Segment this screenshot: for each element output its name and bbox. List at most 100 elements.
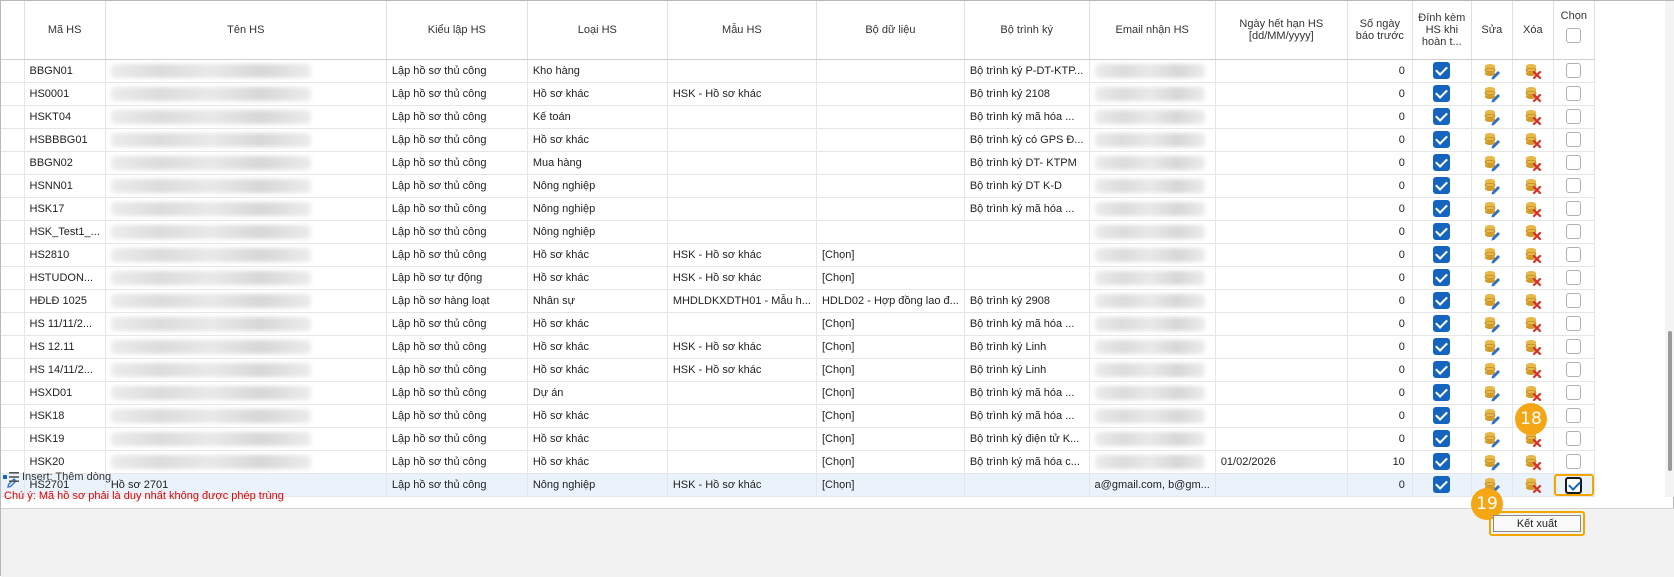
cell-email-nhan-hs[interactable] <box>1089 59 1216 83</box>
cell-so-ngay-bao-truoc[interactable]: 0 <box>1347 82 1413 106</box>
row-select-checkbox[interactable] <box>1566 408 1582 423</box>
cell-bo-du-lieu[interactable] <box>816 59 965 83</box>
cell-bo-trinh-ky[interactable]: Bộ trình ký P-DT-KTP... <box>964 59 1090 83</box>
cell-chon[interactable] <box>1553 473 1595 497</box>
cell-bo-du-lieu[interactable]: [Chọn] <box>816 243 965 267</box>
row-select-checkbox[interactable] <box>1566 132 1582 147</box>
edit-database-icon[interactable] <box>1483 177 1501 195</box>
cell-kieu-lap-hs[interactable]: Lập hồ sơ thủ công <box>386 312 528 336</box>
attach-checkbox[interactable] <box>1433 223 1451 240</box>
table-row[interactable]: HS2810 Lập hồ sơ thủ công Hồ sơ khác HSK - … <box>1 243 1595 267</box>
edit-database-icon[interactable] <box>1483 407 1501 425</box>
cell-mau-hs[interactable] <box>667 151 817 175</box>
cell-mau-hs[interactable]: HSK - Hồ sơ khác <box>667 473 817 497</box>
delete-database-icon[interactable] <box>1524 315 1542 333</box>
attach-checkbox[interactable] <box>1433 315 1451 332</box>
cell-bo-du-lieu[interactable] <box>816 128 965 152</box>
cell-ma-hs[interactable]: HSK_Test1_... <box>24 220 106 244</box>
cell-chon[interactable] <box>1553 266 1595 290</box>
cell-so-ngay-bao-truoc[interactable]: 0 <box>1347 427 1413 451</box>
attach-checkbox[interactable] <box>1433 131 1451 148</box>
cell-ten-hs[interactable] <box>105 220 387 244</box>
cell-dinh-kem[interactable] <box>1412 381 1472 405</box>
cell-bo-du-lieu[interactable]: [Chọn] <box>816 266 965 290</box>
cell-kieu-lap-hs[interactable]: Lập hồ sơ thủ công <box>386 174 528 198</box>
cell-mau-hs[interactable] <box>667 197 817 221</box>
attach-checkbox[interactable] <box>1433 200 1451 217</box>
cell-ma-hs[interactable]: HSK17 <box>24 197 106 221</box>
cell-email-nhan-hs[interactable] <box>1089 105 1216 129</box>
edit-database-icon[interactable] <box>1483 338 1501 356</box>
col-header-so-ngay-bao-truoc[interactable]: Số ngày báo trước <box>1347 1 1413 60</box>
cell-email-nhan-hs[interactable] <box>1089 450 1216 474</box>
attach-checkbox[interactable] <box>1433 177 1451 194</box>
cell-kieu-lap-hs[interactable]: Lập hồ sơ thủ công <box>386 105 528 129</box>
cell-ten-hs[interactable] <box>105 404 387 428</box>
cell-mau-hs[interactable] <box>667 174 817 198</box>
cell-xoa[interactable] <box>1512 105 1554 129</box>
cell-ma-hs[interactable]: HSBBBG01 <box>24 128 106 152</box>
cell-ma-hs[interactable]: HS 11/11/2... <box>24 312 106 336</box>
cell-ten-hs[interactable] <box>105 151 387 175</box>
table-row[interactable]: BBGN01 Lập hồ sơ thủ công Kho hàng Bộ trình… <box>1 59 1595 83</box>
attach-checkbox[interactable] <box>1433 108 1451 125</box>
cell-bo-trinh-ky[interactable]: Bộ trình ký Linh <box>964 358 1090 382</box>
cell-chon[interactable] <box>1553 105 1595 129</box>
cell-ten-hs[interactable] <box>105 243 387 267</box>
cell-mau-hs[interactable] <box>667 59 817 83</box>
cell-xoa[interactable] <box>1512 82 1554 106</box>
table-row[interactable]: HSBBBG01 Lập hồ sơ thủ công Hồ sơ khác Bộ t… <box>1 128 1595 152</box>
cell-so-ngay-bao-truoc[interactable]: 0 <box>1347 243 1413 267</box>
cell-ma-hs[interactable]: HSTUDON... <box>24 266 106 290</box>
cell-mau-hs[interactable] <box>667 381 817 405</box>
cell-sua[interactable] <box>1471 197 1513 221</box>
cell-chon[interactable] <box>1553 450 1595 474</box>
cell-kieu-lap-hs[interactable]: Lập hồ sơ thủ công <box>386 59 528 83</box>
cell-email-nhan-hs[interactable] <box>1089 381 1216 405</box>
cell-chon[interactable] <box>1553 220 1595 244</box>
edit-database-icon[interactable] <box>1483 361 1501 379</box>
cell-kieu-lap-hs[interactable]: Lập hồ sơ thủ công <box>386 404 528 428</box>
attach-checkbox[interactable] <box>1433 453 1451 470</box>
cell-ten-hs[interactable] <box>105 82 387 106</box>
cell-bo-trinh-ky[interactable] <box>964 243 1090 267</box>
attach-checkbox[interactable] <box>1433 430 1451 447</box>
cell-xoa[interactable] <box>1512 289 1554 313</box>
delete-database-icon[interactable] <box>1524 85 1542 103</box>
table-row[interactable]: HSK17 Lập hồ sơ thủ công Nông nghiệp Bộ trì… <box>1 197 1595 221</box>
cell-loai-hs[interactable]: Hồ sơ khác <box>527 427 668 451</box>
cell-loai-hs[interactable]: Mua hàng <box>527 151 668 175</box>
row-select-checkbox[interactable] <box>1566 293 1582 308</box>
cell-ngay-het-han[interactable] <box>1215 243 1348 267</box>
cell-xoa[interactable] <box>1512 450 1554 474</box>
cell-sua[interactable] <box>1471 82 1513 106</box>
col-header-ngay-het-han[interactable]: Ngày hết hạn HS [dd/MM/yyyy] <box>1215 1 1348 60</box>
col-header-dinh-kem[interactable]: Đính kèm HS khi hoàn t... <box>1412 1 1472 60</box>
cell-bo-du-lieu[interactable]: [Chọn] <box>816 427 965 451</box>
attach-checkbox[interactable] <box>1433 407 1451 424</box>
cell-xoa[interactable] <box>1512 174 1554 198</box>
cell-chon[interactable] <box>1553 312 1595 336</box>
cell-mau-hs[interactable]: HSK - Hồ sơ khác <box>667 266 817 290</box>
cell-sua[interactable] <box>1471 335 1513 359</box>
cell-ma-hs[interactable]: HSK18 <box>24 404 106 428</box>
cell-so-ngay-bao-truoc[interactable]: 0 <box>1347 105 1413 129</box>
scrollbar-thumb[interactable] <box>1668 331 1672 471</box>
row-select-checkbox[interactable] <box>1566 454 1582 469</box>
cell-ma-hs[interactable]: HSK19 <box>24 427 106 451</box>
cell-so-ngay-bao-truoc[interactable]: 0 <box>1347 151 1413 175</box>
cell-mau-hs[interactable]: HSK - Hồ sơ khác <box>667 358 817 382</box>
cell-dinh-kem[interactable] <box>1412 335 1472 359</box>
edit-database-icon[interactable] <box>1483 384 1501 402</box>
cell-dinh-kem[interactable] <box>1412 243 1472 267</box>
cell-dinh-kem[interactable] <box>1412 289 1472 313</box>
cell-sua[interactable] <box>1471 358 1513 382</box>
row-select-checkbox[interactable] <box>1566 86 1582 101</box>
cell-email-nhan-hs[interactable] <box>1089 128 1216 152</box>
cell-ma-hs[interactable]: BBGN02 <box>24 151 106 175</box>
delete-database-icon[interactable] <box>1524 131 1542 149</box>
cell-bo-trinh-ky[interactable] <box>964 220 1090 244</box>
cell-bo-du-lieu[interactable]: [Chọn] <box>816 450 965 474</box>
cell-email-nhan-hs[interactable]: a@gmail.com, b@gm... <box>1089 473 1216 497</box>
edit-database-icon[interactable] <box>1483 246 1501 264</box>
